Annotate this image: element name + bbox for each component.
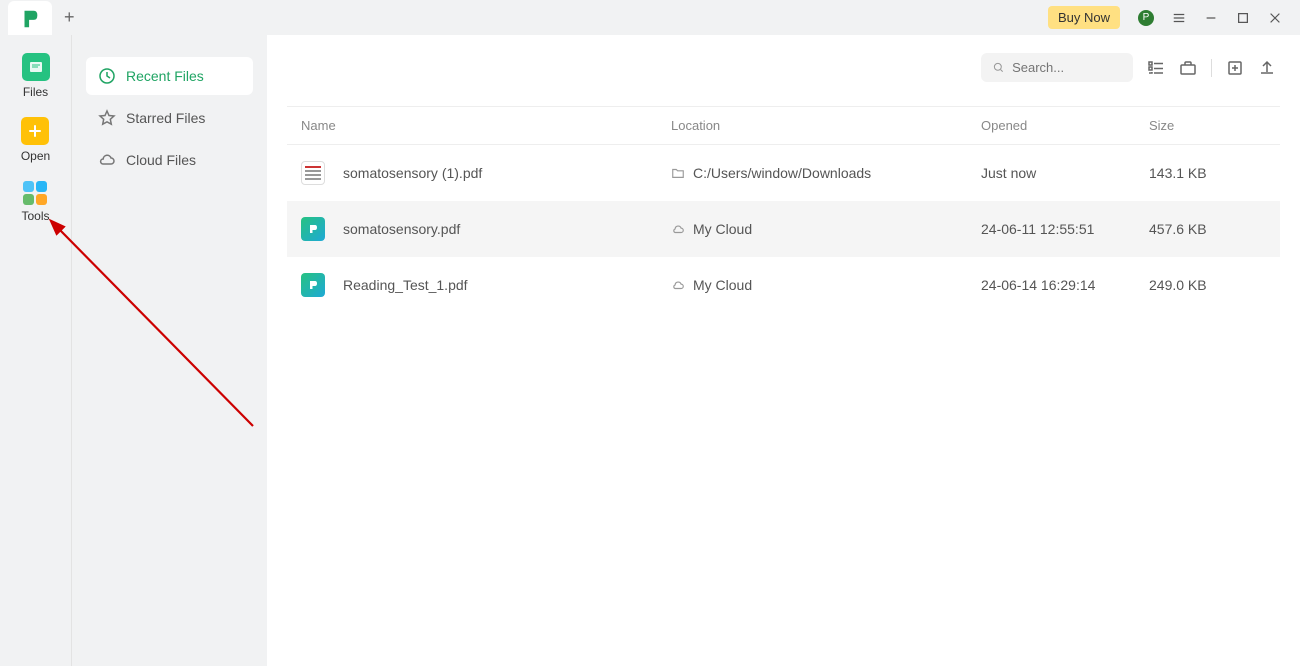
file-size: 457.6 KB (1149, 221, 1266, 237)
main-content: Name Location Opened Size somatosensory … (267, 35, 1300, 666)
nav-cloud-files[interactable]: Cloud Files (86, 141, 253, 179)
user-avatar[interactable]: P (1138, 10, 1154, 26)
sidebar-item-files[interactable]: Files (22, 53, 50, 99)
col-name[interactable]: Name (301, 118, 671, 133)
nav-label: Starred Files (126, 110, 205, 126)
table-header: Name Location Opened Size (287, 106, 1280, 145)
app-logo-icon (19, 8, 41, 30)
file-name: somatosensory.pdf (343, 221, 460, 237)
menu-icon[interactable] (1172, 11, 1186, 25)
file-opened: 24-06-11 12:55:51 (981, 221, 1149, 237)
briefcase-icon[interactable] (1179, 59, 1197, 77)
add-tab-button[interactable]: + (64, 7, 75, 28)
table-row[interactable]: somatosensory (1).pdf C:/Users/window/Dow… (287, 145, 1280, 201)
table-row[interactable]: Reading_Test_1.pdf My Cloud 24-06-14 16:29… (287, 257, 1280, 313)
list-view-icon[interactable] (1147, 59, 1165, 77)
file-opened: 24-06-14 16:29:14 (981, 277, 1149, 293)
tools-icon (23, 181, 47, 205)
star-icon (98, 109, 116, 127)
file-name: Reading_Test_1.pdf (343, 277, 468, 293)
sidebar-item-label: Files (23, 85, 48, 99)
new-file-icon[interactable] (1226, 59, 1244, 77)
nav-label: Recent Files (126, 68, 204, 84)
col-size[interactable]: Size (1149, 118, 1266, 133)
file-size: 143.1 KB (1149, 165, 1266, 181)
search-input[interactable] (1012, 60, 1121, 75)
search-box[interactable] (981, 53, 1133, 82)
table-body: somatosensory (1).pdf C:/Users/window/Dow… (287, 145, 1280, 313)
minimize-icon[interactable] (1204, 11, 1218, 25)
toolbar-divider (1211, 59, 1212, 77)
sidebar-item-open[interactable]: Open (21, 117, 50, 163)
nav-recent-files[interactable]: Recent Files (86, 57, 253, 95)
toolbar (287, 53, 1280, 106)
file-location: My Cloud (693, 221, 752, 237)
nav-starred-files[interactable]: Starred Files (86, 99, 253, 137)
folder-icon (671, 166, 685, 180)
app-file-icon (301, 217, 325, 241)
table-row[interactable]: somatosensory.pdf My Cloud 24-06-11 12:55:… (287, 201, 1280, 257)
file-opened: Just now (981, 165, 1149, 181)
titlebar: + Buy Now P (0, 0, 1300, 35)
cloud-icon (671, 278, 685, 292)
sidebar-secondary: Recent Files Starred Files Cloud Files (72, 35, 267, 666)
active-tab[interactable] (8, 1, 52, 36)
files-icon (22, 53, 50, 81)
document-thumbnail-icon (301, 161, 325, 185)
sidebar-item-label: Tools (21, 209, 49, 223)
sidebar-primary: Files Open Tools (0, 35, 72, 666)
nav-label: Cloud Files (126, 152, 196, 168)
col-location[interactable]: Location (671, 118, 981, 133)
maximize-icon[interactable] (1236, 11, 1250, 25)
file-name: somatosensory (1).pdf (343, 165, 482, 181)
buy-now-button[interactable]: Buy Now (1048, 6, 1120, 29)
col-opened[interactable]: Opened (981, 118, 1149, 133)
upload-icon[interactable] (1258, 59, 1276, 77)
file-location: C:/Users/window/Downloads (693, 165, 871, 181)
clock-icon (98, 67, 116, 85)
cloud-icon (98, 151, 116, 169)
sidebar-item-label: Open (21, 149, 50, 163)
sidebar-item-tools[interactable]: Tools (21, 181, 49, 223)
app-file-icon (301, 273, 325, 297)
open-icon (21, 117, 49, 145)
cloud-icon (671, 222, 685, 236)
close-icon[interactable] (1268, 11, 1282, 25)
file-size: 249.0 KB (1149, 277, 1266, 293)
search-icon (993, 61, 1004, 74)
file-location: My Cloud (693, 277, 752, 293)
